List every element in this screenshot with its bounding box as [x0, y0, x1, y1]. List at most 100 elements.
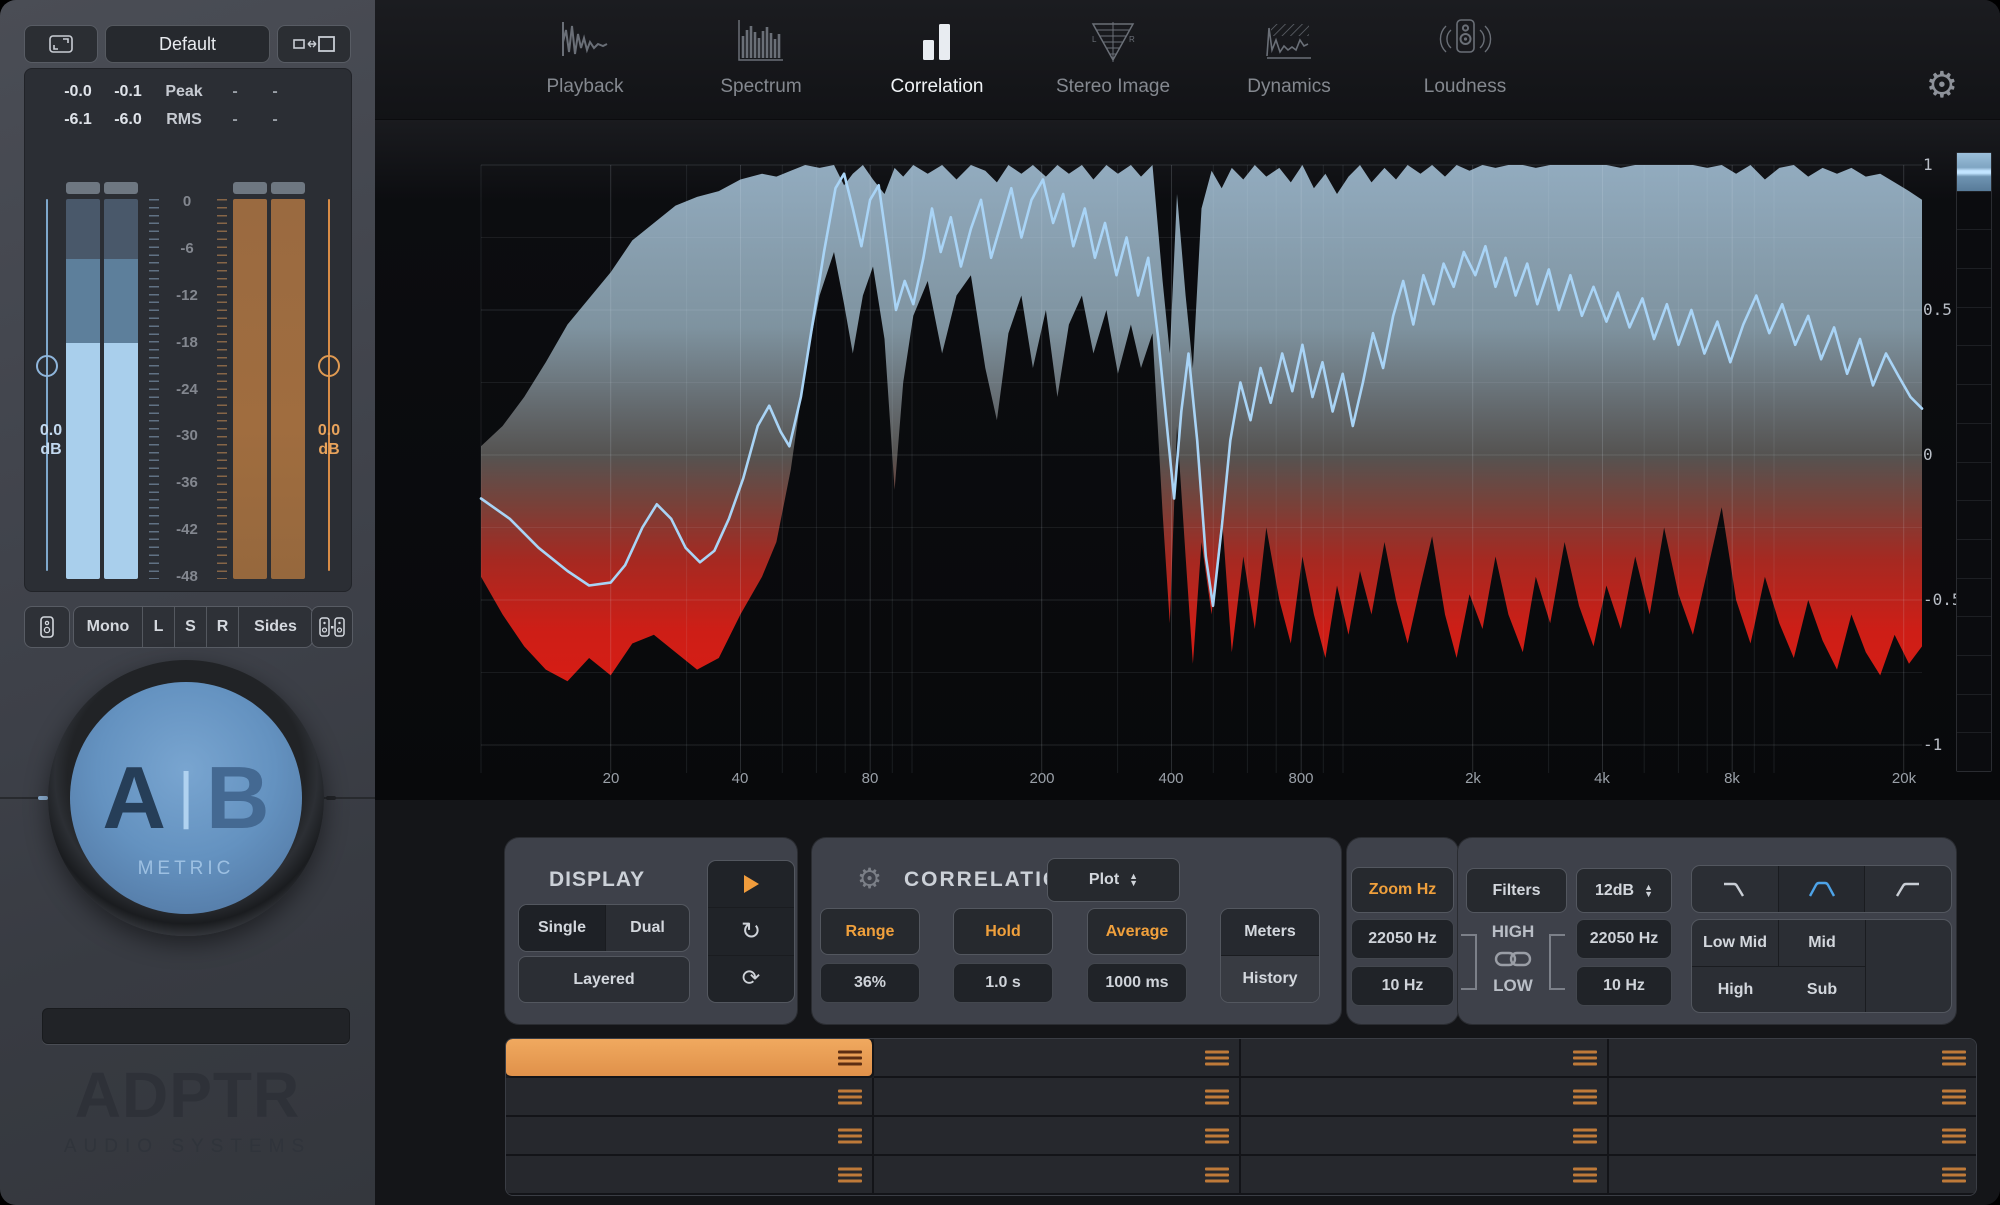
snapshot-menu-icon[interactable]: [838, 1125, 862, 1146]
snapshot-cell[interactable]: [1609, 1078, 1977, 1117]
band-lowmid-button[interactable]: Low Mid: [1692, 920, 1779, 967]
rms-side-left: -: [215, 111, 255, 129]
zoom-low-value[interactable]: 10 Hz: [1351, 966, 1454, 1006]
highpass-filter-button[interactable]: [1865, 866, 1951, 912]
snapshot-cell[interactable]: [1241, 1156, 1609, 1195]
tab-loudness[interactable]: Loudness: [1377, 0, 1553, 119]
zoom-high-value[interactable]: 22050 Hz: [1351, 919, 1454, 959]
display-single-button[interactable]: Single: [519, 905, 606, 951]
display-layered-button[interactable]: Layered: [518, 956, 690, 1003]
lowpass-filter-button[interactable]: [1692, 866, 1779, 912]
snapshot-menu-icon[interactable]: [1205, 1164, 1229, 1185]
band-sub-button[interactable]: Sub: [1779, 967, 1866, 1013]
snapshot-cell[interactable]: [1609, 1156, 1977, 1195]
window-size-button[interactable]: [277, 25, 351, 63]
lowpass-icon: [1722, 880, 1748, 898]
zoom-hz-button[interactable]: Zoom Hz: [1351, 867, 1454, 913]
transport-group: ↻ ⟳: [707, 860, 795, 1003]
snapshot-cell[interactable]: [506, 1039, 874, 1078]
range-value[interactable]: 36%: [820, 963, 920, 1003]
filter-slope-dropdown[interactable]: 12dB ▲▼: [1576, 868, 1672, 913]
ab-knob[interactable]: A | B METRIC: [48, 660, 324, 936]
snapshot-menu-icon[interactable]: [1942, 1086, 1966, 1107]
snapshot-menu-icon[interactable]: [838, 1164, 862, 1185]
snapshot-menu-icon[interactable]: [1573, 1125, 1597, 1146]
play-button[interactable]: [708, 861, 794, 908]
tab-stereo-image[interactable]: L R Stereo Image: [1025, 0, 1201, 119]
bandpass-filter-button[interactable]: [1779, 866, 1866, 912]
correlation-meter: [1956, 152, 1992, 772]
average-button[interactable]: Average: [1087, 908, 1187, 955]
output-gain-slider-knob[interactable]: [318, 355, 340, 377]
range-button[interactable]: Range: [820, 908, 920, 955]
high-link-label: HIGH: [1492, 922, 1535, 942]
tab-playback[interactable]: Playback: [497, 0, 673, 119]
speaker-mode-button[interactable]: [24, 606, 70, 648]
snapshot-cell[interactable]: [874, 1039, 1242, 1078]
freq-tick-label: 400: [1158, 770, 1183, 787]
snapshot-menu-icon[interactable]: [1942, 1164, 1966, 1185]
snapshot-menu-icon[interactable]: [1942, 1125, 1966, 1146]
snapshot-menu-icon[interactable]: [1573, 1047, 1597, 1068]
band-mid-button[interactable]: Mid: [1779, 920, 1866, 967]
snapshot-cell[interactable]: [506, 1117, 874, 1156]
band-select-group: Low Mid Mid High Sub Bass Reset: [1691, 919, 1952, 1013]
settings-gear-icon[interactable]: ⚙: [1926, 68, 1958, 104]
snapshot-menu-icon[interactable]: [838, 1086, 862, 1107]
snapshot-cell[interactable]: [874, 1156, 1242, 1195]
channel-solo-button[interactable]: S: [175, 607, 207, 647]
hold-value[interactable]: 1.0 s: [953, 963, 1053, 1003]
input-gain-slider-knob[interactable]: [36, 355, 58, 377]
freq-tick-label: 20: [603, 770, 620, 787]
channel-mono-button[interactable]: Mono: [74, 607, 143, 647]
filter-low-value[interactable]: 10 Hz: [1576, 966, 1672, 1006]
filters-button[interactable]: Filters: [1466, 868, 1567, 913]
snapshot-menu-icon[interactable]: [1205, 1047, 1229, 1068]
freq-tick-label: 80: [862, 770, 879, 787]
freq-tick-label: 20k: [1892, 770, 1916, 787]
average-value[interactable]: 1000 ms: [1087, 963, 1187, 1003]
snapshot-cell[interactable]: [506, 1156, 874, 1195]
continuous-refresh-button[interactable]: ⟳: [708, 956, 794, 1002]
channel-left-button[interactable]: L: [143, 607, 175, 647]
snapshot-cell[interactable]: [1241, 1117, 1609, 1156]
plot-mode-dropdown[interactable]: Plot ▲▼: [1047, 858, 1180, 902]
channel-sides-button[interactable]: Sides: [239, 607, 312, 647]
meters-toggle-button[interactable]: Meters: [1221, 909, 1319, 956]
input-meter-right: [104, 199, 138, 579]
band-high-button[interactable]: High: [1692, 967, 1779, 1013]
output-gain-readout: 0.0dB: [307, 421, 351, 459]
ab-b-label: B: [206, 747, 270, 849]
snapshot-menu-icon[interactable]: [838, 1047, 862, 1068]
snapshot-cell[interactable]: [1241, 1078, 1609, 1117]
hold-button[interactable]: Hold: [953, 908, 1053, 955]
collapse-button[interactable]: [24, 25, 98, 63]
snapshot-cell[interactable]: [506, 1078, 874, 1117]
snapshot-menu-icon[interactable]: [1205, 1086, 1229, 1107]
preset-selector[interactable]: Default: [105, 25, 270, 63]
tab-dynamics[interactable]: Dynamics: [1201, 0, 1377, 119]
filter-high-value[interactable]: 22050 Hz: [1576, 919, 1672, 959]
display-card: DISPLAY Single Dual Layered ↻ ⟳: [505, 838, 797, 1024]
dual-speaker-button[interactable]: [311, 606, 353, 648]
snapshot-menu-icon[interactable]: [1573, 1164, 1597, 1185]
snapshot-cell[interactable]: [1609, 1117, 1977, 1156]
snapshot-cell[interactable]: [874, 1117, 1242, 1156]
correlation-settings-gear-icon[interactable]: ⚙: [857, 862, 882, 895]
display-dual-button[interactable]: Dual: [606, 905, 689, 951]
correlation-meter-cell: [1957, 579, 1991, 617]
channel-right-button[interactable]: R: [207, 607, 239, 647]
freq-tick-label: 8k: [1724, 770, 1740, 787]
snapshot-cell[interactable]: [1241, 1039, 1609, 1078]
freq-tick-label: 4k: [1594, 770, 1610, 787]
tab-correlation[interactable]: Correlation: [849, 0, 1025, 119]
link-icon[interactable]: [1493, 946, 1533, 972]
snapshot-menu-icon[interactable]: [1573, 1086, 1597, 1107]
refresh-button[interactable]: ↻: [708, 908, 794, 955]
snapshot-menu-icon[interactable]: [1942, 1047, 1966, 1068]
tab-spectrum[interactable]: Spectrum: [673, 0, 849, 119]
snapshot-cell[interactable]: [1609, 1039, 1977, 1078]
history-toggle-button[interactable]: History: [1221, 956, 1319, 1002]
snapshot-cell[interactable]: [874, 1078, 1242, 1117]
snapshot-menu-icon[interactable]: [1205, 1125, 1229, 1146]
